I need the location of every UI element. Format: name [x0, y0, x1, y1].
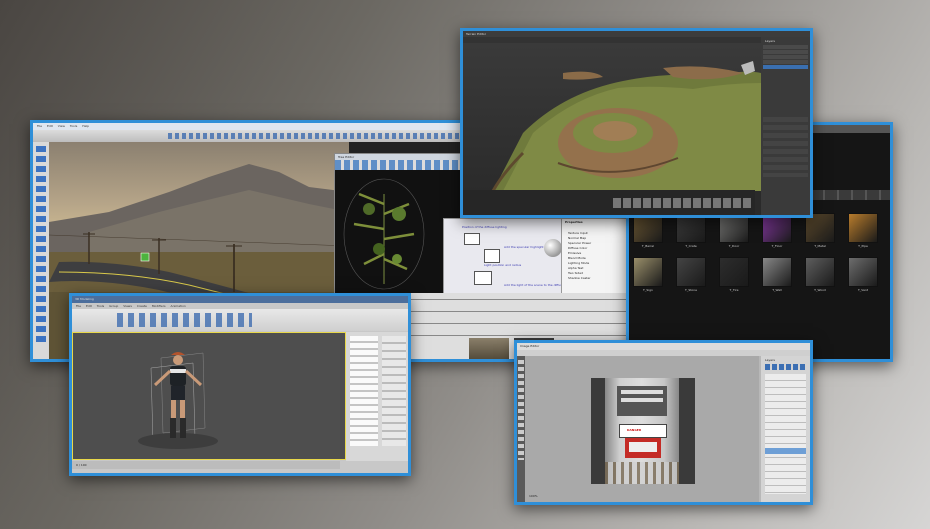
property-item[interactable]: Blend Mode	[568, 256, 586, 260]
menu-item[interactable]: File	[37, 124, 42, 128]
menu-item[interactable]: Edit	[86, 304, 92, 308]
command-panel[interactable]	[346, 332, 408, 461]
modeling-title-bar	[72, 296, 408, 303]
property-item[interactable]: Shadow Caster	[568, 276, 591, 280]
frame-counter: 0 / 100	[76, 463, 87, 467]
terrain-title: Terrain Editor	[466, 32, 486, 36]
menu-item[interactable]: View	[58, 124, 65, 128]
tools-panel[interactable]	[517, 356, 525, 502]
menu-item[interactable]: Animation	[171, 304, 186, 308]
modeling-viewport[interactable]	[72, 332, 346, 460]
node-box[interactable]	[474, 271, 492, 285]
property-item[interactable]: Alpha Test	[568, 266, 583, 270]
texture-thumbnail-label: T_Stone	[685, 288, 697, 292]
property-item[interactable]: Normal Map	[568, 236, 586, 240]
zoom-level: 100%	[529, 494, 538, 498]
texture-thumbnail-label: T_Metal	[814, 244, 826, 248]
node-note: Add the light of the scene to the diffus…	[504, 283, 564, 287]
modeling-menu: File Edit Tools Group Views Create Modif…	[76, 304, 190, 308]
canvas-area[interactable]: DANGER 100%	[525, 356, 759, 502]
menu-item[interactable]: File	[76, 304, 81, 308]
properties-title: Properties	[565, 220, 583, 224]
character-model	[138, 352, 218, 449]
property-item[interactable]: Texture Input	[568, 231, 588, 235]
texture-thumbnail-label: T_Vent	[857, 288, 869, 292]
menu-item[interactable]: Help	[82, 124, 89, 128]
selected-layer[interactable]	[763, 65, 808, 69]
menu-item[interactable]: Create	[137, 304, 147, 308]
terrain-bottom-toolbar[interactable]	[463, 190, 755, 215]
texture-thumbnail[interactable]	[762, 257, 792, 287]
menu-item[interactable]: Modifiers	[152, 304, 166, 308]
menu-item[interactable]: Tools	[97, 304, 104, 308]
texture-thumbnail-label: T_Crate	[685, 244, 697, 248]
node-note: Light position and radius	[484, 263, 522, 267]
layer-list[interactable]	[763, 45, 808, 65]
node-note: Add the specular highlight	[504, 245, 544, 249]
texture-thumbnail-label: T_Door	[728, 244, 740, 248]
node-sphere	[544, 239, 562, 257]
texture-canvas[interactable]: DANGER	[591, 378, 695, 484]
scene-thumbnail	[469, 338, 509, 359]
texture-thumbnail-label: T_Wood	[814, 288, 826, 292]
terrain-side-panel[interactable]: Layers	[761, 37, 810, 215]
node-box[interactable]	[484, 249, 500, 263]
property-item[interactable]: Specular Power	[568, 241, 591, 245]
texture-thumbnail[interactable]	[633, 257, 663, 287]
layers-panel-title: Layers	[765, 39, 775, 43]
menu-item[interactable]: Group	[109, 304, 118, 308]
toolbar-icons	[168, 133, 468, 139]
texture-thumbnail-label: T_Sign	[643, 288, 653, 292]
sign-text: DANGER	[627, 428, 642, 432]
timeline-slider[interactable]: 0 / 100	[72, 461, 340, 469]
texture-thumbnail-label: T_Barrel	[641, 244, 655, 248]
menu-item[interactable]: Edit	[47, 124, 53, 128]
layer-properties[interactable]	[763, 117, 808, 177]
texture-thumbnail-label: T_Floor	[771, 244, 783, 248]
tool-palette[interactable]	[33, 142, 49, 359]
image-editor-window[interactable]: Image Editor DANGER 100% Layers	[514, 340, 813, 505]
modeling-title: 3D Modeling	[75, 297, 94, 301]
terrain-editor-window[interactable]: Terrain Editor Layers	[460, 28, 813, 218]
property-item[interactable]: Diffuse Color	[568, 246, 587, 250]
texture-thumbnail-label: T_Pipe	[858, 244, 868, 248]
texture-thumbnail[interactable]	[848, 257, 878, 287]
image-editor-title: Image Editor	[520, 344, 540, 348]
texture-thumbnail-label: T_Wall	[772, 288, 782, 292]
texture-thumbnail-label: T_Tire	[729, 288, 739, 292]
layers-panel-title: Layers	[765, 358, 775, 362]
terrain-viewport[interactable]	[463, 43, 761, 191]
texture-thumbnail[interactable]	[719, 257, 749, 287]
level-editor-menu: File Edit View Tools Help	[37, 124, 93, 128]
property-item[interactable]: Emissive	[568, 251, 581, 255]
property-item[interactable]: Lighting Mode	[568, 261, 589, 265]
menu-item[interactable]: Views	[123, 304, 132, 308]
texture-thumbnail[interactable]	[676, 257, 706, 287]
property-item[interactable]: Two Sided	[568, 271, 583, 275]
texture-thumbnail[interactable]	[805, 257, 835, 287]
selected-layer[interactable]	[765, 448, 806, 454]
layers-panel[interactable]: Layers	[761, 356, 810, 502]
tree-editor-toolbar[interactable]	[335, 160, 465, 170]
menu-item[interactable]: Tools	[70, 124, 77, 128]
node-note: Position of the diffuse lighting	[462, 225, 507, 229]
modeling-ribbon[interactable]	[72, 309, 408, 331]
tree-editor-title: Tree Editor	[338, 155, 355, 159]
texture-thumbnail[interactable]	[848, 213, 878, 243]
node-box[interactable]	[464, 233, 480, 245]
tree-preview	[343, 178, 425, 290]
image-editor-title-bar	[517, 343, 810, 350]
modeling-app-window[interactable]: 3D Modeling File Edit Tools Group Views …	[69, 293, 411, 476]
